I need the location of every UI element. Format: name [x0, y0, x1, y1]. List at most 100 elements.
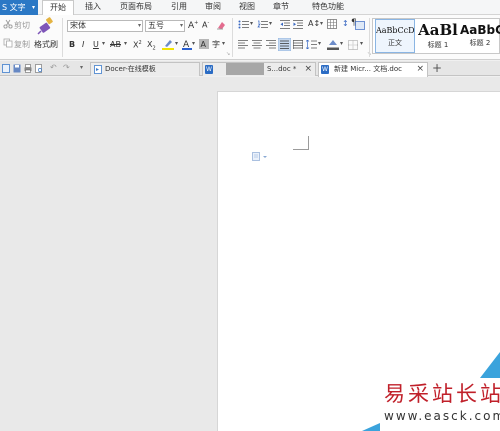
- superscript-icon[interactable]: X2: [133, 40, 142, 50]
- align-right-icon[interactable]: [266, 40, 276, 51]
- table-icon[interactable]: [327, 19, 337, 31]
- font-dialog-launcher-icon[interactable]: ↘: [226, 51, 230, 57]
- styles-gallery: AaBbCcDd 正文 AaBl 标题 1 AaBbC 标题 2: [372, 18, 500, 54]
- font-name-value: 宋体: [70, 21, 86, 30]
- font-name-dropdown[interactable]: 宋体 ▾: [67, 20, 143, 32]
- sort-icon[interactable]: ↕: [342, 19, 349, 28]
- clear-format-icon[interactable]: [216, 20, 226, 32]
- line-spacing-icon[interactable]: [305, 39, 317, 51]
- svg-text:A: A: [201, 40, 207, 49]
- format-painter-icon[interactable]: [37, 17, 54, 37]
- tab-review[interactable]: 审阅: [202, 0, 224, 15]
- tab-page-layout[interactable]: 页面布局: [116, 0, 156, 15]
- tab-sections[interactable]: 章节: [270, 0, 292, 15]
- borders-icon[interactable]: [348, 40, 358, 52]
- show-marks-icon[interactable]: [355, 21, 365, 32]
- print-preview-icon[interactable]: [35, 64, 43, 73]
- increase-indent-icon[interactable]: [293, 20, 303, 31]
- save-icon[interactable]: [13, 64, 21, 73]
- style-name: 正文: [388, 39, 402, 47]
- decrease-indent-icon[interactable]: [280, 20, 290, 31]
- document-tab-bar: ↶ ↷ ▾ Docer-在线模板 W S...doc * × W 新建 Micr…: [0, 61, 500, 77]
- justify-icon[interactable]: [277, 37, 292, 53]
- tab-document-2[interactable]: W 新建 Micr... 文档.doc ×: [318, 62, 428, 77]
- cut-button[interactable]: 剪切: [14, 20, 30, 31]
- app-menu-button[interactable]: S 文字 ▾: [0, 0, 38, 15]
- copy-button[interactable]: 复制: [14, 39, 30, 50]
- underline-icon[interactable]: U: [93, 40, 99, 49]
- chevron-down-icon[interactable]: ▾: [124, 40, 127, 47]
- tab-special-features[interactable]: 特色功能: [308, 0, 348, 15]
- watermark-title: 易采站长站: [384, 382, 500, 406]
- chevron-down-icon[interactable]: ▾: [102, 40, 105, 47]
- numbered-list-icon[interactable]: [257, 20, 268, 31]
- style-preview: AaBbCcDd: [376, 26, 415, 35]
- app-menu-label: S 文字: [2, 3, 26, 12]
- style-name: 标题 2: [469, 39, 491, 47]
- watermark-url: www.easck.com: [384, 409, 500, 423]
- bullet-list-icon[interactable]: [238, 20, 249, 31]
- app-menu-arrow-icon: ▾: [31, 4, 35, 11]
- separator: [232, 18, 233, 57]
- align-left-icon[interactable]: [238, 40, 248, 51]
- shrink-font-icon[interactable]: A-: [202, 20, 209, 30]
- font-size-dropdown[interactable]: 五号 ▾: [145, 20, 185, 32]
- new-tab-button[interactable]: +: [432, 61, 442, 75]
- font-size-value: 五号: [148, 21, 164, 30]
- copy-icon[interactable]: [3, 38, 13, 50]
- format-painter-button[interactable]: 格式刷: [34, 39, 58, 50]
- bold-icon[interactable]: B: [69, 40, 75, 49]
- align-center-icon[interactable]: [252, 40, 262, 51]
- chevron-down-icon[interactable]: ▾: [360, 40, 363, 47]
- style-preview: AaBbC: [460, 23, 500, 37]
- cut-icon[interactable]: [3, 19, 13, 31]
- distribute-icon[interactable]: [293, 40, 303, 51]
- quick-access-dropdown-icon[interactable]: ▾: [80, 64, 83, 71]
- tab-label: Docer-在线模板: [105, 65, 156, 73]
- watermark-triangle: [362, 423, 380, 431]
- grow-font-icon[interactable]: A+: [188, 20, 198, 31]
- print-icon[interactable]: [24, 64, 32, 73]
- highlight-icon[interactable]: [162, 39, 174, 52]
- redo-icon[interactable]: ↷: [63, 63, 70, 72]
- chevron-down-icon[interactable]: ▾: [269, 20, 272, 27]
- tab-label: S...doc *: [267, 65, 297, 73]
- strikethrough-icon[interactable]: AB: [110, 40, 121, 49]
- close-icon[interactable]: ×: [416, 63, 424, 75]
- style-normal[interactable]: AaBbCcDd 正文: [375, 19, 415, 53]
- close-icon[interactable]: ×: [304, 63, 312, 75]
- chevron-down-icon[interactable]: ▾: [192, 40, 195, 47]
- text-direction-icon[interactable]: A↕: [308, 19, 320, 28]
- char-shading-icon[interactable]: A: [199, 39, 209, 51]
- phonetic-guide-icon[interactable]: 字: [212, 39, 220, 50]
- tab-insert[interactable]: 插入: [82, 0, 104, 15]
- subscript-icon[interactable]: X2: [147, 40, 156, 52]
- separator: [62, 18, 63, 57]
- style-heading-1[interactable]: AaBl 标题 1: [418, 19, 458, 53]
- chevron-down-icon[interactable]: ▾: [175, 40, 178, 47]
- tab-references[interactable]: 引用: [168, 0, 190, 15]
- tab-home[interactable]: 开始: [42, 0, 74, 16]
- word-doc-icon: W: [205, 65, 213, 74]
- chevron-down-icon: ▾: [179, 22, 183, 29]
- chevron-down-icon[interactable]: ▾: [340, 40, 343, 47]
- chevron-down-icon[interactable]: ▾: [320, 20, 323, 27]
- word-doc-icon: W: [321, 65, 329, 74]
- font-color-icon[interactable]: A: [182, 39, 192, 52]
- style-name: 标题 1: [427, 41, 449, 49]
- chevron-down-icon[interactable]: ▾: [222, 40, 225, 47]
- chevron-down-icon[interactable]: ▾: [318, 40, 321, 47]
- chevron-down-icon[interactable]: ▾: [250, 20, 253, 27]
- separator: [369, 18, 370, 57]
- tab-view[interactable]: 视图: [236, 0, 258, 15]
- watermark-triangle: [480, 352, 500, 378]
- paragraph-layout-icon[interactable]: [252, 152, 268, 163]
- tab-docer-templates[interactable]: Docer-在线模板: [90, 62, 200, 76]
- chevron-down-icon: ▾: [137, 22, 141, 29]
- redacted-filename: [226, 63, 264, 75]
- italic-icon[interactable]: I: [82, 40, 84, 49]
- wps-logo-icon[interactable]: [2, 64, 10, 73]
- undo-icon[interactable]: ↶: [50, 63, 57, 72]
- shading-icon[interactable]: [327, 39, 339, 52]
- style-heading-2[interactable]: AaBbC 标题 2: [460, 19, 500, 53]
